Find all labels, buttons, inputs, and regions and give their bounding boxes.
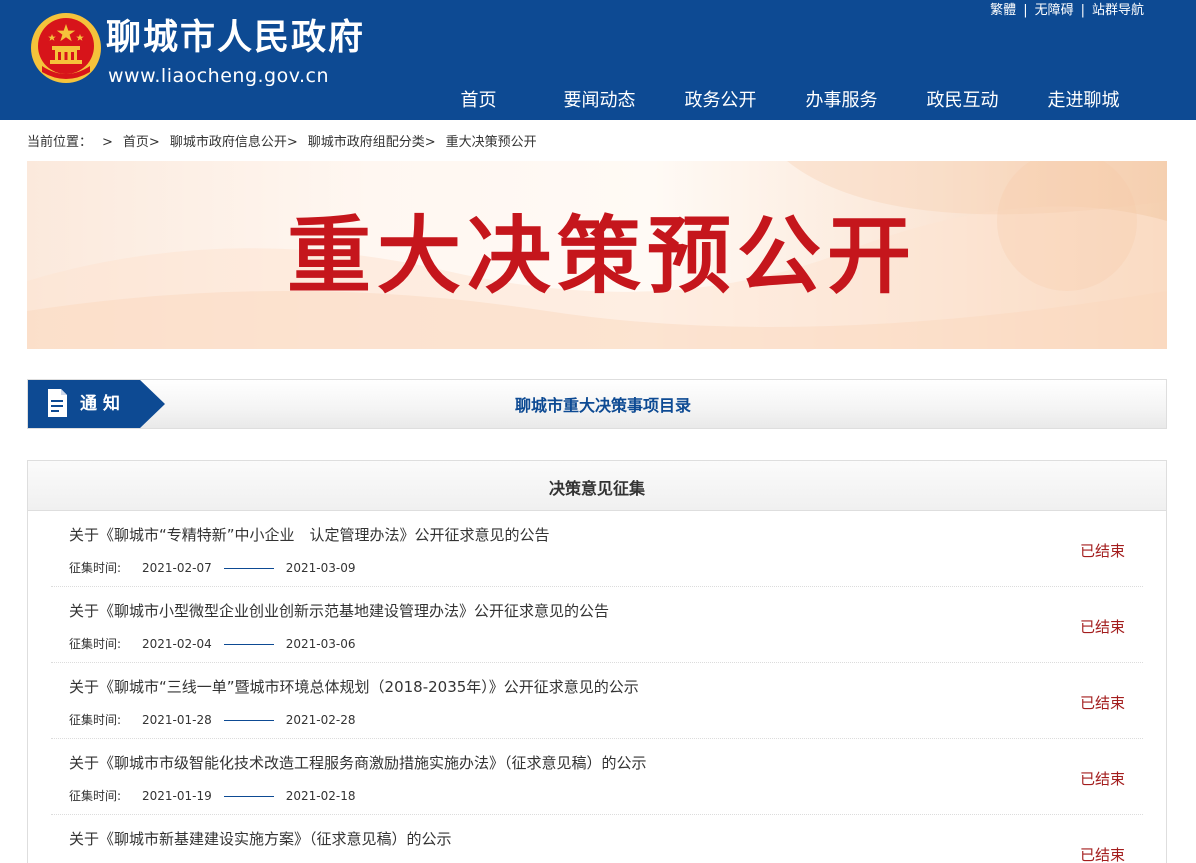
item-end-date: 2021-03-09 [285, 561, 356, 575]
item-meta-label: 征集时间: [69, 561, 122, 575]
item-meta: 征集时间: 2021-01-28 2021-02-28 [69, 710, 356, 730]
consultation-panel: 决策意见征集 关于《聊城市“专精特新”中小企业 认定管理办法》公开征求意见的公告… [27, 460, 1167, 863]
item-start-date: 2021-02-07 [142, 561, 212, 575]
site-domain: www.liaocheng.gov.cn [108, 65, 330, 87]
link-separator: | [1080, 3, 1085, 18]
breadcrumb-current[interactable]: 重大决策预公开 [446, 135, 537, 150]
item-title-link[interactable]: 关于《聊城市小型微型企业创业创新示范基地建设管理办法》公开征求意见的公告 [69, 599, 609, 623]
notice-bar: 通知 聊城市重大决策事项目录 [27, 379, 1167, 429]
accessibility-link[interactable]: 无障碍 [1035, 3, 1074, 18]
list-item: 关于《聊城市市级智能化技术改造工程服务商激励措施实施办法》（征求意见稿）的公示 … [51, 739, 1143, 815]
nav-gov-affairs[interactable]: 政务公开 [660, 86, 781, 116]
status-badge: 已结束 [1079, 618, 1125, 636]
list-item: 关于《聊城市“专精特新”中小企业 认定管理办法》公开征求意见的公告 征集时间: 2… [51, 511, 1143, 587]
nav-services[interactable]: 办事服务 [781, 86, 902, 116]
list-item: 关于《聊城市小型微型企业创业创新示范基地建设管理办法》公开征求意见的公告 征集时… [51, 587, 1143, 663]
item-title-link[interactable]: 关于《聊城市“专精特新”中小企业 认定管理办法》公开征求意见的公告 [69, 523, 550, 547]
main-nav: 首页 要闻动态 政务公开 办事服务 政民互动 走进聊城 [418, 86, 1178, 116]
status-badge: 已结束 [1079, 770, 1125, 788]
nav-about-liaocheng[interactable]: 走进聊城 [1023, 86, 1144, 116]
national-emblem-icon[interactable] [30, 12, 102, 84]
notice-label: 通知 [80, 394, 126, 414]
item-meta-label: 征集时间: [69, 789, 122, 803]
date-range-line [223, 720, 274, 721]
breadcrumb-separator: > [102, 135, 113, 150]
item-end-date: 2021-02-18 [285, 789, 356, 803]
date-range-line [223, 644, 274, 645]
item-end-date: 2021-03-06 [285, 637, 356, 651]
item-start-date: 2021-02-04 [142, 637, 212, 651]
nav-interaction[interactable]: 政民互动 [902, 86, 1023, 116]
status-badge: 已结束 [1079, 846, 1125, 863]
nav-news[interactable]: 要闻动态 [539, 86, 660, 116]
list-item: 关于《聊城市新基建建设实施方案》（征求意见稿）的公示 已结束 [51, 815, 1143, 863]
page-banner: 重大决策预公开 [27, 161, 1167, 349]
panel-title: 决策意见征集 [28, 461, 1166, 511]
item-meta: 征集时间: 2021-02-07 2021-03-09 [69, 558, 356, 578]
notice-text-link[interactable]: 聊城市重大决策事项目录 [208, 380, 998, 428]
traditional-chinese-link[interactable]: 繁體 [990, 3, 1016, 18]
top-links: 繁體 | 无障碍 | 站群导航 [990, 1, 1144, 21]
breadcrumb-info-disclosure[interactable]: 聊城市政府信息公开> [170, 135, 298, 150]
consultation-list: 关于《聊城市“专精特新”中小企业 认定管理办法》公开征求意见的公告 征集时间: 2… [51, 511, 1143, 863]
item-end-date: 2021-02-28 [285, 713, 356, 727]
status-badge: 已结束 [1079, 542, 1125, 560]
notice-tag: 通知 [28, 380, 165, 428]
breadcrumb-home[interactable]: 首页> [123, 135, 160, 150]
item-title-link[interactable]: 关于《聊城市新基建建设实施方案》（征求意见稿）的公示 [69, 827, 452, 851]
item-meta: 征集时间: 2021-01-19 2021-02-18 [69, 786, 356, 806]
breadcrumb: 当前位置： > 首页> 聊城市政府信息公开> 聊城市政府组配分类> 重大决策预公开 [27, 133, 547, 153]
item-meta: 征集时间: 2021-02-04 2021-03-06 [69, 634, 356, 654]
banner-title: 重大决策预公开 [286, 206, 917, 305]
item-meta-label: 征集时间: [69, 713, 122, 727]
item-title-link[interactable]: 关于《聊城市市级智能化技术改造工程服务商激励措施实施办法》（征求意见稿）的公示 [69, 751, 647, 775]
date-range-line [223, 796, 274, 797]
item-title-link[interactable]: 关于《聊城市“三线一单”暨城市环境总体规划（2018-2035年）》公开征求意见… [69, 675, 639, 699]
breadcrumb-classification[interactable]: 聊城市政府组配分类> [308, 135, 436, 150]
item-meta-label: 征集时间: [69, 637, 122, 651]
item-start-date: 2021-01-19 [142, 789, 212, 803]
nav-home[interactable]: 首页 [418, 86, 539, 116]
site-group-nav-link[interactable]: 站群导航 [1092, 3, 1144, 18]
status-badge: 已结束 [1079, 694, 1125, 712]
item-start-date: 2021-01-28 [142, 713, 212, 727]
site-name[interactable]: 聊城市人民政府 [106, 14, 365, 62]
site-header: 聊城市人民政府 www.liaocheng.gov.cn 繁體 | 无障碍 | 站群导航… [0, 0, 1196, 120]
breadcrumb-label: 当前位置： [27, 135, 93, 150]
date-range-line [223, 568, 274, 569]
document-icon [48, 389, 67, 417]
link-separator: | [1023, 3, 1028, 18]
list-item: 关于《聊城市“三线一单”暨城市环境总体规划（2018-2035年）》公开征求意见… [51, 663, 1143, 739]
